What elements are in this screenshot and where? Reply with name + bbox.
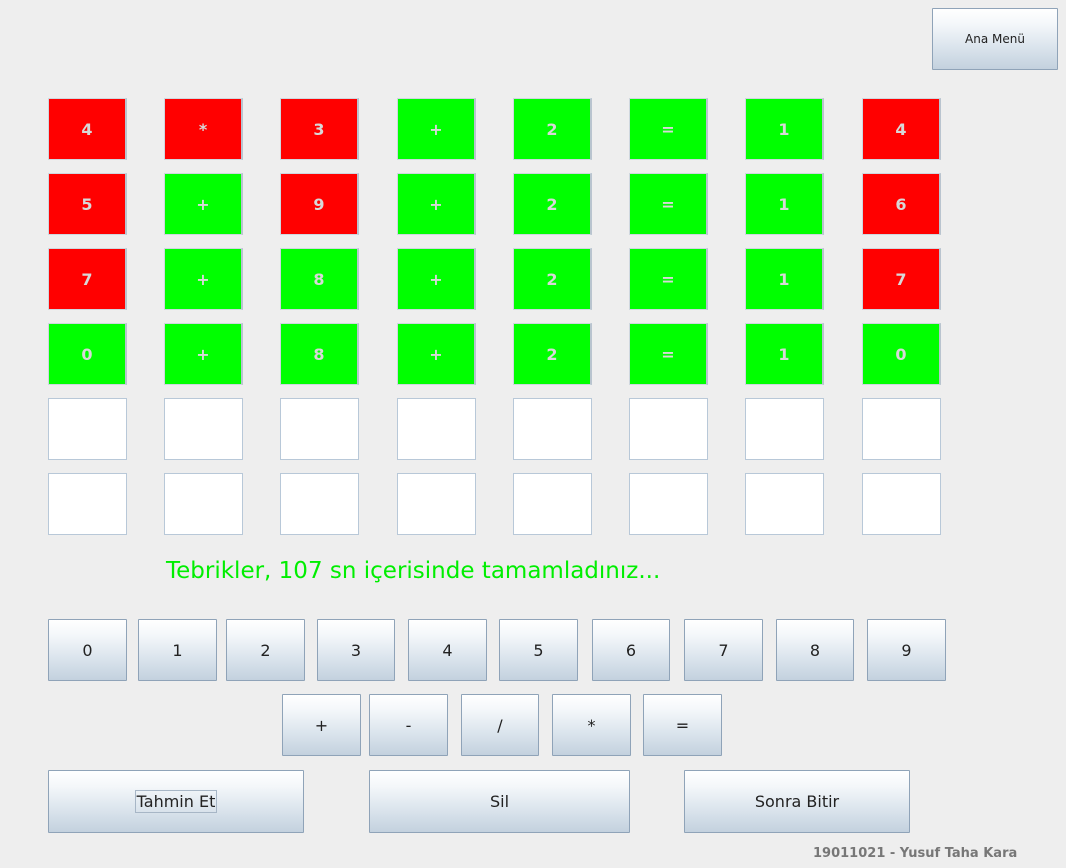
board-cell xyxy=(513,473,592,535)
board-cell: 2 xyxy=(513,173,592,235)
operator-button-multiply[interactable]: * xyxy=(552,694,631,756)
digit-button-4[interactable]: 4 xyxy=(408,619,487,681)
digit-button-9[interactable]: 9 xyxy=(867,619,946,681)
board-cell: 6 xyxy=(862,173,941,235)
board-cell: 4 xyxy=(862,98,941,160)
digit-button-5[interactable]: 5 xyxy=(499,619,578,681)
board-cell: 0 xyxy=(862,323,941,385)
digit-button-7[interactable]: 7 xyxy=(684,619,763,681)
board-cell xyxy=(397,473,476,535)
board-cell: + xyxy=(164,173,243,235)
board-cell: 2 xyxy=(513,323,592,385)
board-cell: 8 xyxy=(280,323,359,385)
board-cell: = xyxy=(629,98,708,160)
board-cell: 2 xyxy=(513,248,592,310)
board-cell: + xyxy=(397,173,476,235)
board-cell: 5 xyxy=(48,173,127,235)
board-cell: * xyxy=(164,98,243,160)
board-cell: = xyxy=(629,248,708,310)
board-cell: 1 xyxy=(745,173,824,235)
finish-later-button[interactable]: Sonra Bitir xyxy=(684,770,910,833)
author-credit: 19011021 - Yusuf Taha Kara xyxy=(813,846,1018,861)
board-cell xyxy=(164,473,243,535)
board-cell: = xyxy=(629,173,708,235)
operator-button-equals[interactable]: = xyxy=(643,694,722,756)
board-cell: 1 xyxy=(745,248,824,310)
board-cell xyxy=(862,473,941,535)
completion-message: Tebrikler, 107 sn içerisinde tamamladını… xyxy=(166,558,661,584)
board-cell: + xyxy=(397,98,476,160)
operator-button-divide[interactable]: / xyxy=(461,694,539,756)
digit-button-6[interactable]: 6 xyxy=(592,619,670,681)
board-cell xyxy=(48,473,127,535)
digit-button-3[interactable]: 3 xyxy=(317,619,395,681)
board-cell: 8 xyxy=(280,248,359,310)
board-cell xyxy=(862,398,941,460)
board-cell: 4 xyxy=(48,98,127,160)
board-cell: = xyxy=(629,323,708,385)
board-cell: 9 xyxy=(280,173,359,235)
digit-button-8[interactable]: 8 xyxy=(776,619,854,681)
board-cell: + xyxy=(397,323,476,385)
board-cell xyxy=(280,398,359,460)
board-cell xyxy=(745,398,824,460)
digit-button-2[interactable]: 2 xyxy=(226,619,305,681)
guess-button-label: Tahmin Et xyxy=(134,790,218,813)
guess-button[interactable]: Tahmin Et xyxy=(48,770,304,833)
board-cell: + xyxy=(164,248,243,310)
board-cell xyxy=(397,398,476,460)
board-cell: 3 xyxy=(280,98,359,160)
board-cell: + xyxy=(164,323,243,385)
board-cell: 2 xyxy=(513,98,592,160)
operator-button-plus[interactable]: + xyxy=(282,694,361,756)
board-cell xyxy=(280,473,359,535)
digit-button-1[interactable]: 1 xyxy=(138,619,217,681)
board-cell: 1 xyxy=(745,323,824,385)
board-cell xyxy=(164,398,243,460)
digit-button-0[interactable]: 0 xyxy=(48,619,127,681)
board-cell: + xyxy=(397,248,476,310)
board-cell: 1 xyxy=(745,98,824,160)
board-cell xyxy=(629,473,708,535)
operator-button-minus[interactable]: - xyxy=(369,694,448,756)
board-cell xyxy=(48,398,127,460)
board-cell xyxy=(629,398,708,460)
board-cell: 7 xyxy=(48,248,127,310)
board-cell xyxy=(513,398,592,460)
board-cell: 0 xyxy=(48,323,127,385)
main-menu-button[interactable]: Ana Menü xyxy=(932,8,1058,70)
board-cell xyxy=(745,473,824,535)
board-cell: 7 xyxy=(862,248,941,310)
delete-button[interactable]: Sil xyxy=(369,770,630,833)
